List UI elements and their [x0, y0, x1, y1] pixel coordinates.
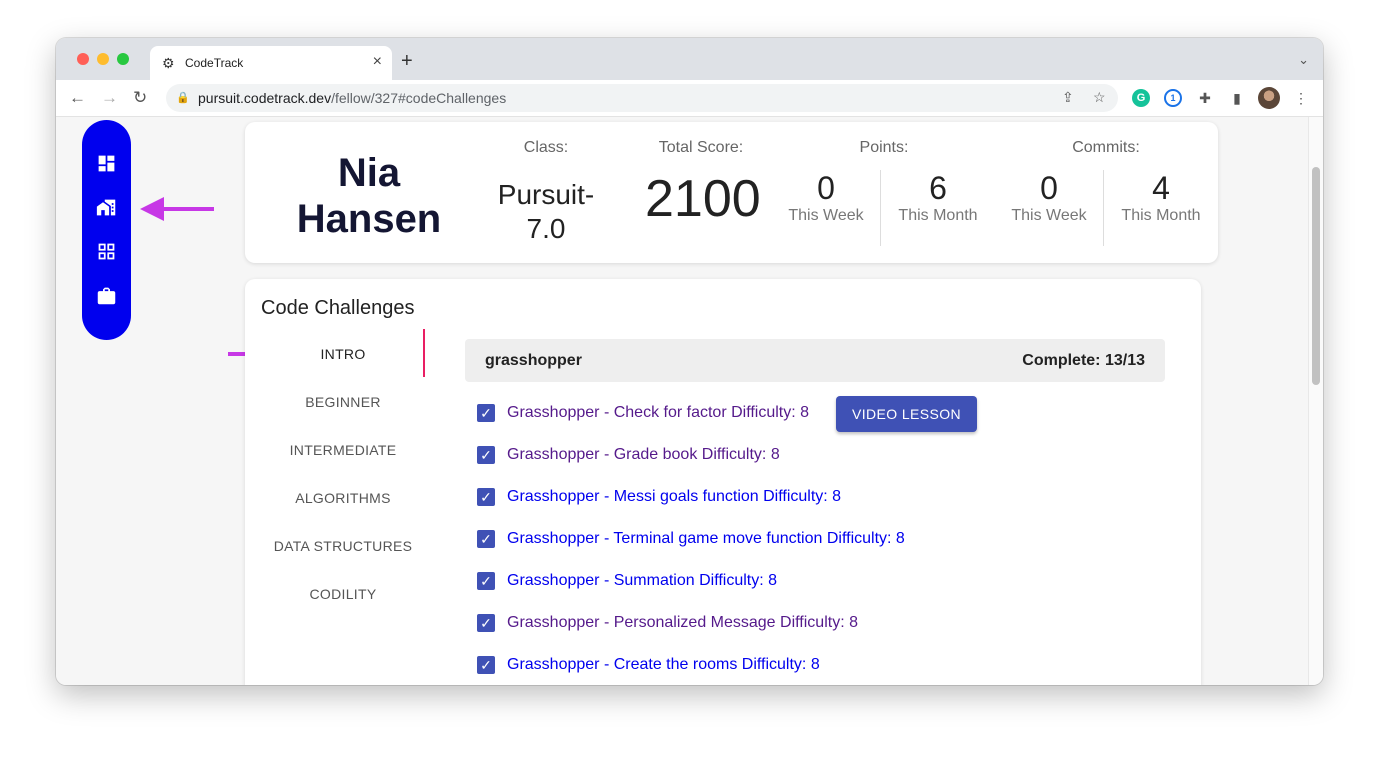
class-value: Pursuit-7.0: [497, 179, 595, 244]
divider: [880, 170, 881, 246]
divider: [1103, 170, 1104, 246]
checkbox[interactable]: ✓: [477, 614, 495, 632]
side-panel-icon[interactable]: ▮: [1228, 89, 1246, 107]
new-tab-icon[interactable]: +: [401, 51, 413, 71]
group-name: grasshopper: [485, 352, 582, 369]
grammarly-icon[interactable]: G: [1132, 89, 1150, 107]
stat-period: This Month: [898, 207, 978, 224]
browser-window: ⚙ CodeTrack × + ⌄ ← → ↻ 🔒 pursuit.codetr…: [56, 38, 1323, 685]
challenge-group-header[interactable]: grasshopper Complete: 13/13: [465, 339, 1165, 382]
challenge-link[interactable]: Grasshopper - Terminal game move functio…: [507, 530, 905, 548]
star-icon[interactable]: ☆: [1093, 89, 1106, 106]
checkbox[interactable]: ✓: [477, 656, 495, 674]
class-label: Class:: [523, 139, 569, 156]
tab-beginner[interactable]: BEGINNER: [261, 394, 425, 410]
tab-codility[interactable]: CODILITY: [261, 586, 425, 602]
profile-card: Nia Hansen Class: Pursuit-7.0 Total Scor…: [245, 122, 1218, 263]
challenge-link[interactable]: Grasshopper - Create the rooms Difficult…: [507, 656, 820, 674]
home-work-icon[interactable]: [96, 197, 117, 218]
video-lesson-button[interactable]: VIDEO LESSON: [836, 396, 977, 432]
back-icon[interactable]: ←: [69, 88, 86, 108]
close-icon[interactable]: ×: [373, 53, 382, 71]
forward-icon[interactable]: →: [101, 88, 118, 108]
section-title: Code Challenges: [261, 297, 415, 319]
points-this-week: 0 This Week: [781, 170, 871, 225]
tab-intermediate[interactable]: INTERMEDIATE: [261, 442, 425, 458]
minimize-window-button[interactable]: [97, 53, 109, 65]
page-viewport: Nia Hansen Class: Pursuit-7.0 Total Scor…: [56, 117, 1308, 685]
url-path: /fellow/327#codeChallenges: [331, 90, 507, 106]
fellow-name: Nia Hansen: [296, 151, 442, 241]
side-nav: [82, 120, 131, 340]
stat-value: 4: [1152, 170, 1170, 206]
tab-intro[interactable]: INTRO: [261, 346, 425, 362]
total-score-label: Total Score:: [658, 139, 744, 156]
dashboard-icon[interactable]: [96, 153, 117, 174]
challenge-link[interactable]: Grasshopper - Summation Difficulty: 8: [507, 572, 777, 590]
points-label: Points:: [859, 139, 909, 156]
commits-this-month: 4 This Month: [1116, 170, 1206, 225]
gear-icon: ⚙: [162, 55, 175, 71]
commits-label: Commits:: [1072, 139, 1140, 156]
checkbox[interactable]: ✓: [477, 446, 495, 464]
close-window-button[interactable]: [77, 53, 89, 65]
page-scrollbar[interactable]: [1308, 117, 1323, 685]
stat-value: 0: [817, 170, 835, 206]
active-tab-indicator: [423, 329, 425, 377]
checkbox[interactable]: ✓: [477, 572, 495, 590]
url-text: pursuit.codetrack.dev/fellow/327#codeCha…: [198, 90, 506, 106]
stat-period: This Week: [1011, 207, 1087, 224]
commits-this-week: 0 This Week: [1004, 170, 1094, 225]
challenge-link[interactable]: Grasshopper - Messi goals function Diffi…: [507, 488, 841, 506]
stat-value: 0: [1040, 170, 1058, 206]
tab-data-structures[interactable]: DATA STRUCTURES: [261, 538, 425, 554]
browser-tab[interactable]: ⚙ CodeTrack ×: [150, 46, 392, 80]
share-icon[interactable]: ⇪: [1062, 89, 1074, 106]
points-this-month: 6 This Month: [893, 170, 983, 225]
url-host: pursuit.codetrack.dev: [198, 90, 332, 106]
apps-grid-icon[interactable]: [96, 241, 117, 262]
challenge-link[interactable]: Grasshopper - Personalized Message Diffi…: [507, 614, 858, 632]
code-challenges-card: Code Challenges INTRO BEGINNER INTERMEDI…: [245, 279, 1201, 685]
group-complete-count: Complete: 13/13: [1022, 352, 1145, 369]
checkbox[interactable]: ✓: [477, 530, 495, 548]
checkbox[interactable]: ✓: [477, 488, 495, 506]
checkbox[interactable]: ✓: [477, 404, 495, 422]
avatar[interactable]: [1258, 87, 1280, 109]
lock-icon: 🔒: [176, 92, 190, 104]
reload-icon[interactable]: ↻: [133, 88, 147, 108]
stat-value: 6: [929, 170, 947, 206]
chevron-down-icon[interactable]: ⌄: [1298, 52, 1309, 68]
tab-algorithms[interactable]: ALGORITHMS: [261, 490, 425, 506]
address-bar[interactable]: 🔒 pursuit.codetrack.dev/fellow/327#codeC…: [166, 84, 1118, 112]
challenge-link[interactable]: Grasshopper - Check for factor Difficult…: [507, 404, 809, 422]
more-menu-icon[interactable]: ⋮: [1292, 89, 1310, 107]
tab-title: CodeTrack: [185, 56, 244, 70]
briefcase-icon[interactable]: [96, 285, 117, 306]
puzzle-icon[interactable]: ✚: [1196, 89, 1214, 107]
annotation-arrow-left: [140, 197, 214, 221]
tab-strip: ⚙ CodeTrack × + ⌄: [56, 38, 1323, 80]
zoom-window-button[interactable]: [117, 53, 129, 65]
browser-toolbar: ← → ↻ 🔒 pursuit.codetrack.dev/fellow/327…: [56, 80, 1323, 117]
stat-period: This Week: [788, 207, 864, 224]
password-manager-icon[interactable]: 1: [1164, 89, 1182, 107]
stat-period: This Month: [1121, 207, 1201, 224]
scrollbar-thumb[interactable]: [1312, 167, 1320, 385]
total-score-value: 2100: [645, 170, 761, 228]
challenge-link[interactable]: Grasshopper - Grade book Difficulty: 8: [507, 446, 780, 464]
